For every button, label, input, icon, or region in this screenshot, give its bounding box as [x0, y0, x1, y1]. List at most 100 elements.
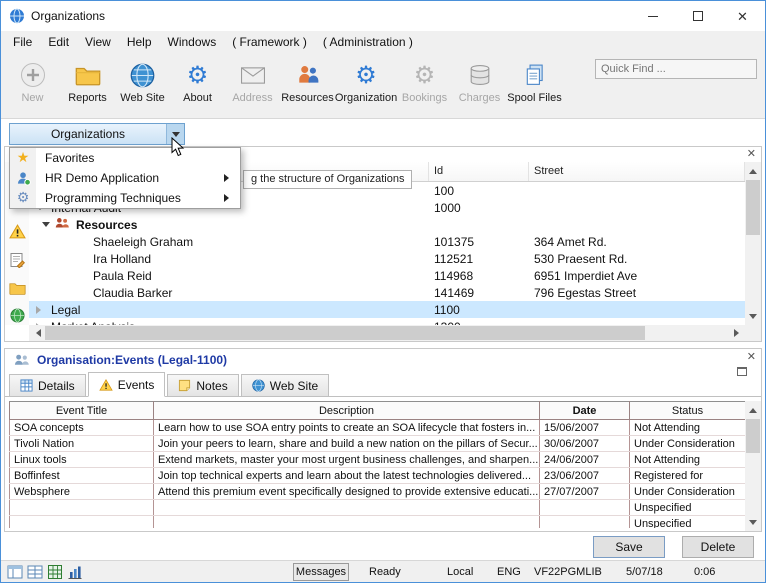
bar-chart-icon[interactable] — [67, 564, 83, 583]
tree-tooltip: g the structure of Organizations — [243, 170, 412, 189]
event-description: Learn how to use SOA entry points to cre… — [154, 420, 540, 436]
event-description — [154, 516, 540, 529]
submenu-arrow-icon — [224, 174, 233, 182]
person-name: Ira Holland — [93, 252, 151, 266]
scroll-up-icon[interactable] — [745, 401, 761, 417]
menu-file[interactable]: File — [5, 31, 40, 53]
scroll-down-icon[interactable] — [745, 309, 761, 325]
column-header-event-title[interactable]: Event Title — [10, 402, 154, 420]
minimize-icon — [648, 16, 658, 17]
event-title: Tivoli Nation — [10, 436, 154, 452]
tree-collapsed-icon[interactable] — [36, 306, 45, 314]
tab-web-site[interactable]: Web Site — [241, 374, 329, 396]
tree-row[interactable]: Paula Reid 114968 6951 Imperdiet Ave — [29, 267, 745, 284]
column-header-id[interactable]: Id — [429, 162, 529, 181]
mouse-cursor — [171, 137, 185, 157]
event-row[interactable]: Unspecified — [10, 500, 746, 516]
scroll-left-icon[interactable] — [29, 325, 45, 341]
toolbar-label: Address — [232, 92, 272, 104]
events-pane: Organisation:Events (Legal-1100) ✕ Detai… — [4, 348, 762, 532]
tree-row[interactable]: Claudia Barker 141469 796 Egestas Street — [29, 284, 745, 301]
events-pane-close-icon[interactable]: ✕ — [747, 350, 756, 363]
menu-edit[interactable]: Edit — [40, 31, 77, 53]
event-date: 27/07/2007 — [540, 484, 630, 500]
note-edit-icon[interactable] — [9, 252, 25, 271]
toolbar-button-address: Address — [225, 57, 280, 104]
event-row[interactable]: Boffinfest Join top technical experts an… — [10, 468, 746, 484]
quick-find-input[interactable] — [595, 59, 757, 79]
event-date: 30/06/2007 — [540, 436, 630, 452]
tab-details[interactable]: Details — [9, 374, 86, 396]
scroll-down-icon[interactable] — [745, 515, 761, 531]
events-vertical-scrollbar[interactable] — [745, 401, 761, 531]
toolbar-button-spool-files[interactable]: Spool Files — [507, 57, 562, 104]
column-header-date[interactable]: Date — [540, 402, 630, 420]
menu-view[interactable]: View — [77, 31, 119, 53]
save-button[interactable]: Save — [593, 536, 665, 558]
tree-horizontal-scrollbar[interactable] — [29, 325, 745, 341]
organizations-dropdown-button[interactable]: Organizations — [9, 123, 185, 145]
column-header-description[interactable]: Description — [154, 402, 540, 420]
table-view-icon[interactable] — [27, 564, 43, 583]
event-description: Extend markets, master your most urgent … — [154, 452, 540, 468]
tree-row[interactable]: Resources — [29, 216, 745, 233]
toolbar-button-new: New — [5, 57, 60, 104]
event-row[interactable]: Linux tools Extend markets, master your … — [10, 452, 746, 468]
folder-icon[interactable] — [9, 281, 26, 298]
menu-windows[interactable]: Windows — [160, 31, 225, 53]
toolbar-button-organization[interactable]: ⚙ Organization — [335, 57, 397, 104]
window-layout-icon[interactable] — [7, 564, 23, 583]
toolbar-button-resources[interactable]: Resources — [280, 57, 335, 104]
org-name: Legal — [51, 303, 80, 317]
tree-row[interactable]: Market Analysis 1300 — [29, 318, 745, 325]
scrollbar-thumb[interactable] — [746, 419, 760, 453]
event-row[interactable]: Unspecified — [10, 516, 746, 529]
menu-item-label: Programming Techniques — [36, 191, 224, 205]
scrollbar-thumb[interactable] — [746, 180, 760, 235]
column-header-street[interactable]: Street — [529, 162, 745, 181]
star-icon: ★ — [10, 148, 36, 168]
warning-icon — [99, 379, 113, 391]
toolbar-button-website[interactable]: Web Site — [115, 57, 170, 104]
event-row[interactable]: Tivoli Nation Join your peers to learn, … — [10, 436, 746, 452]
menu-item-hr-demo-application[interactable]: HR Demo Application — [10, 168, 240, 188]
gear-icon: ⚙ — [414, 59, 436, 91]
column-header-status[interactable]: Status — [630, 402, 746, 420]
toolbar-button-reports[interactable]: Reports — [60, 57, 115, 104]
menu-framework[interactable]: ( Framework ) — [224, 31, 315, 53]
tree-row-selected[interactable]: Legal 1100 — [29, 301, 745, 318]
scroll-right-icon[interactable] — [729, 325, 745, 341]
menu-administration[interactable]: ( Administration ) — [315, 31, 421, 53]
toolbar-button-about[interactable]: ⚙ About — [170, 57, 225, 104]
menu-help[interactable]: Help — [119, 31, 160, 53]
tree-row[interactable]: Shaeleigh Graham 101375 364 Amet Rd. — [29, 233, 745, 250]
event-row[interactable]: SOA concepts Learn how to use SOA entry … — [10, 420, 746, 436]
close-icon: ✕ — [737, 10, 748, 23]
tree-row[interactable]: Ira Holland 112521 530 Praesent Rd. — [29, 250, 745, 267]
tab-notes[interactable]: Notes — [167, 374, 238, 396]
event-date: 15/06/2007 — [540, 420, 630, 436]
menu-item-programming-techniques[interactable]: ⚙ Programming Techniques — [10, 188, 240, 208]
event-row[interactable]: Websphere Attend this premium event spec… — [10, 484, 746, 500]
close-button[interactable]: ✕ — [720, 1, 765, 31]
new-icon — [20, 59, 46, 91]
spreadsheet-icon[interactable] — [47, 564, 63, 583]
warning-icon[interactable] — [9, 224, 26, 242]
scrollbar-thumb[interactable] — [45, 326, 645, 340]
tree-vertical-scrollbar[interactable] — [745, 162, 761, 325]
minimize-button[interactable] — [630, 1, 675, 31]
window-title: Organizations — [31, 9, 105, 23]
delete-button[interactable]: Delete — [682, 536, 754, 558]
documents-icon — [524, 59, 546, 91]
maximize-button[interactable] — [675, 1, 720, 31]
green-globe-icon[interactable] — [10, 308, 25, 326]
scroll-up-icon[interactable] — [745, 162, 761, 178]
status-language: ENG — [497, 566, 521, 578]
tree-expanded-icon[interactable] — [42, 222, 50, 231]
messages-button[interactable]: Messages — [293, 563, 349, 581]
events-grid: Event Title Description Date Status SOA … — [9, 401, 745, 528]
menu-item-favorites[interactable]: ★ Favorites — [10, 148, 240, 168]
tab-events[interactable]: Events — [88, 372, 166, 397]
tree-pane-close-icon[interactable]: ✕ — [747, 147, 756, 161]
event-status: Registered for — [630, 468, 746, 484]
